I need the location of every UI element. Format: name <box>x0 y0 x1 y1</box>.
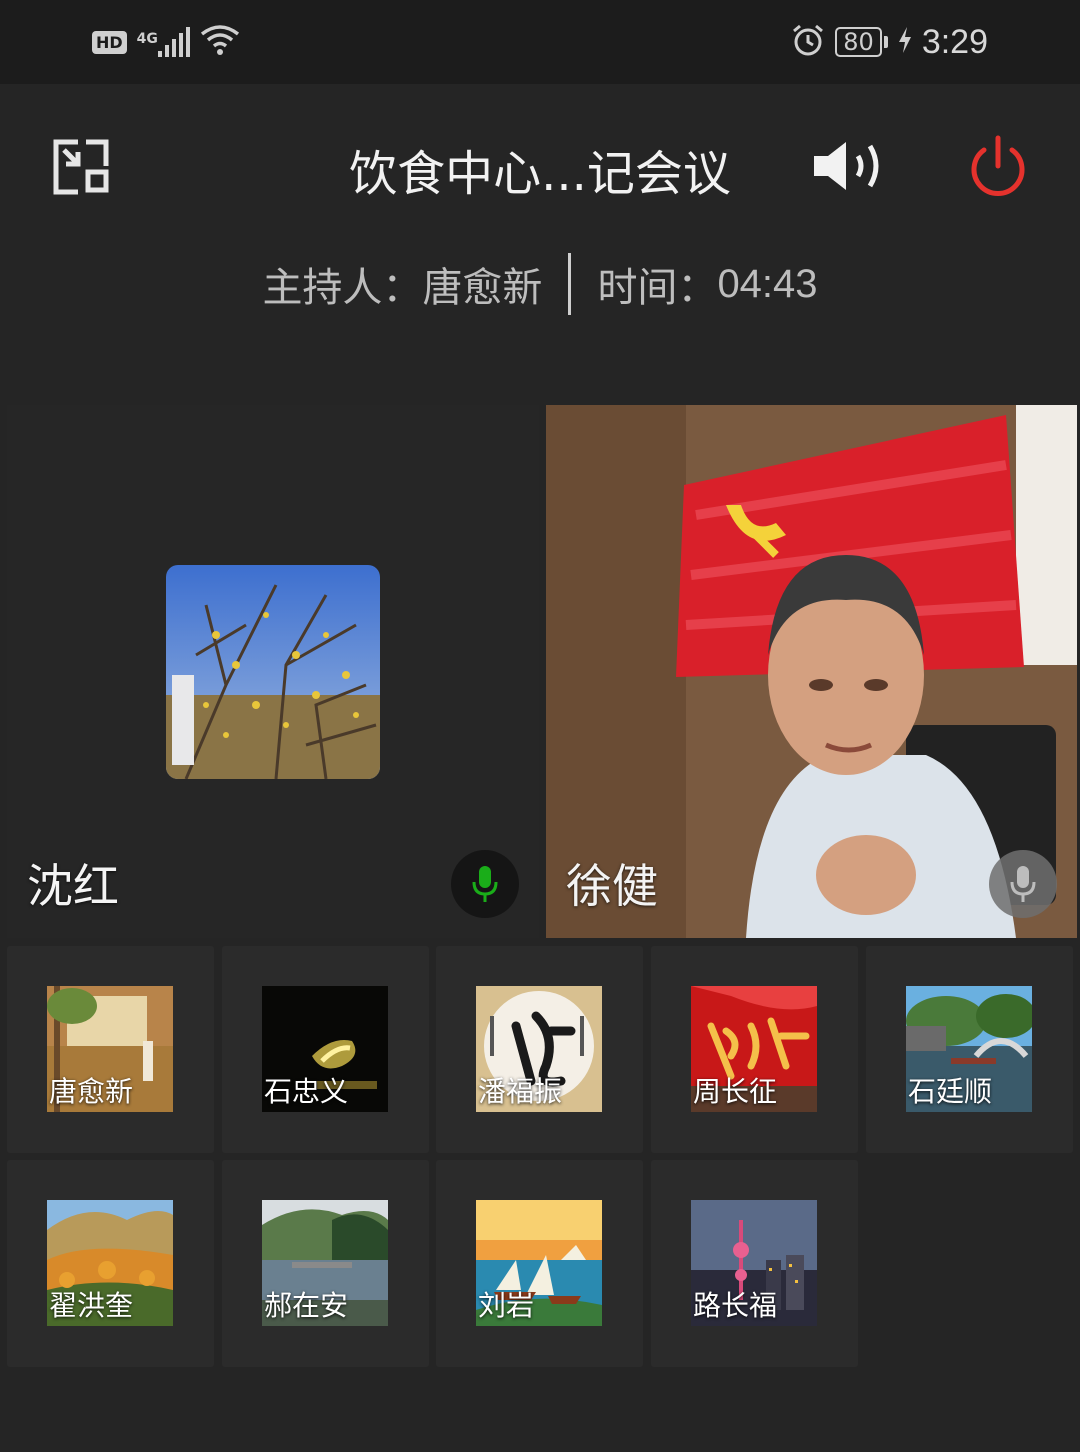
avatar: 周长征 <box>691 986 817 1112</box>
participant-cell[interactable]: 石忠义 <box>222 946 429 1153</box>
status-clock: 3:29 <box>921 22 988 61</box>
network-type: 4G <box>136 31 158 47</box>
hd-badge: HD <box>92 30 127 54</box>
status-right: 80 3:29 <box>791 20 988 64</box>
participant-cell[interactable]: 石廷顺 <box>866 946 1073 1153</box>
participant-cell[interactable]: 唐愈新 <box>7 946 214 1153</box>
participant-name: 石廷顺 <box>908 1075 993 1108</box>
mic-status-button[interactable] <box>989 850 1057 918</box>
participant-name: 刘岩 <box>478 1289 535 1322</box>
participant-name: 沈红 <box>27 859 119 913</box>
minimize-window-button[interactable] <box>50 136 114 200</box>
participant-cell[interactable]: 周长征 <box>651 946 858 1153</box>
meeting-header: 饮食中心...记会议 主持人： 唐愈新 时间： 04:43 <box>0 84 1080 404</box>
status-left: HD 4G <box>92 22 240 62</box>
participant-name: 郝在安 <box>264 1289 349 1322</box>
avatar: 潘福振 <box>476 986 602 1112</box>
video-tile-xujian[interactable]: 徐健 <box>546 405 1077 938</box>
meeting-duration: 04:43 <box>717 261 818 306</box>
battery-indicator: 80 <box>835 27 888 57</box>
participant-cell[interactable]: 潘福振 <box>436 946 643 1153</box>
wifi-icon <box>200 24 240 60</box>
meeting-info: 主持人： 唐愈新 时间： 04:43 <box>0 252 1080 316</box>
participant-name: 翟洪奎 <box>49 1289 134 1322</box>
speaker-icon <box>814 142 879 190</box>
participant-cell[interactable]: 翟洪奎 <box>7 1160 214 1367</box>
avatar: 路长福 <box>691 1200 817 1326</box>
microphone-icon <box>472 866 498 902</box>
participant-cell[interactable]: 路长福 <box>651 1160 858 1367</box>
avatar <box>166 565 380 779</box>
minimize-window-icon <box>53 139 109 195</box>
avatar: 郝在安 <box>262 1200 388 1326</box>
participant-name: 唐愈新 <box>49 1075 134 1108</box>
participant-cell[interactable]: 郝在安 <box>222 1160 429 1367</box>
time-label: 时间： <box>597 265 718 311</box>
avatar: 石忠义 <box>262 986 388 1112</box>
info-divider <box>568 253 572 315</box>
battery-level: 80 <box>835 27 882 57</box>
avatar: 唐愈新 <box>47 986 173 1112</box>
host-label: 主持人： <box>262 265 423 311</box>
alarm-icon <box>791 23 825 61</box>
meeting-title: 饮食中心...记会议 <box>349 146 731 202</box>
participant-name: 石忠义 <box>264 1075 349 1108</box>
end-meeting-button[interactable] <box>964 134 1032 202</box>
power-icon <box>971 135 1025 196</box>
participant-name: 路长福 <box>693 1289 778 1322</box>
avatar: 石廷顺 <box>906 986 1032 1112</box>
participant-name: 徐健 <box>566 859 658 913</box>
mic-status-button[interactable] <box>451 850 519 918</box>
participant-cell[interactable]: 刘岩 <box>436 1160 643 1367</box>
avatar: 刘岩 <box>476 1200 602 1326</box>
avatar: 翟洪奎 <box>47 1200 173 1326</box>
microphone-icon <box>1010 866 1036 902</box>
speaker-button[interactable] <box>808 134 892 198</box>
participant-name: 潘福振 <box>478 1075 563 1108</box>
signal-icon: 4G <box>137 27 190 57</box>
status-bar: HD 4G 80 3:29 <box>0 0 1080 84</box>
charging-icon <box>898 27 912 57</box>
participant-name: 周长征 <box>693 1075 778 1108</box>
video-tile-shenhong[interactable]: 沈红 <box>7 405 539 938</box>
host-name: 唐愈新 <box>422 265 543 311</box>
